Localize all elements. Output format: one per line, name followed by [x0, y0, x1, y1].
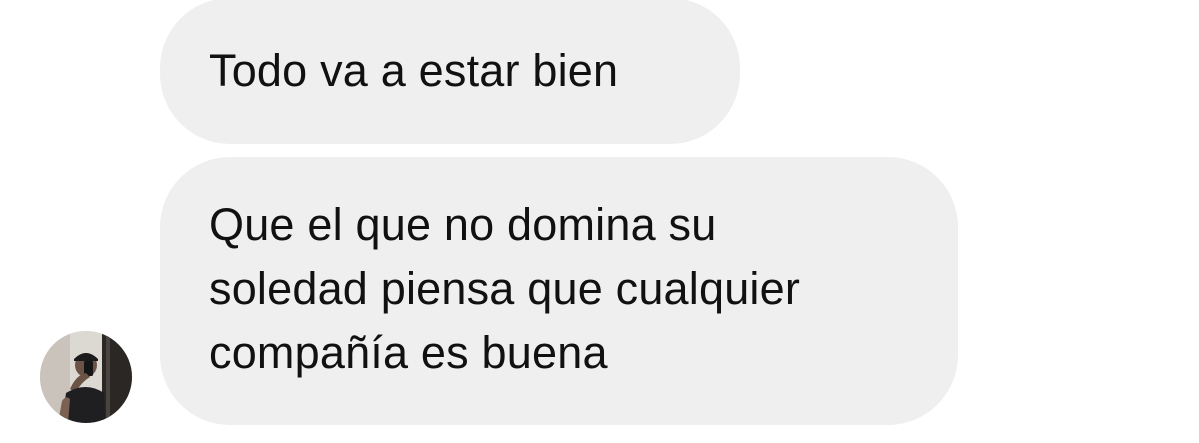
- message-bubble[interactable]: Todo va a estar bien: [160, 0, 740, 144]
- user-avatar-photo-icon: [40, 331, 132, 423]
- message-text-line: Que el que no domina su: [209, 199, 717, 250]
- message-text: Todo va a estar bien: [209, 45, 619, 96]
- message-text-line: soledad piensa que cualquier: [209, 263, 801, 314]
- chat-thread: Todo va a estar bien Que el que no domin…: [0, 0, 1199, 443]
- avatar[interactable]: [40, 331, 132, 423]
- message-bubble[interactable]: Que el que no domina su soledad piensa q…: [160, 157, 958, 425]
- message-text-line: compañía es buena: [209, 327, 608, 378]
